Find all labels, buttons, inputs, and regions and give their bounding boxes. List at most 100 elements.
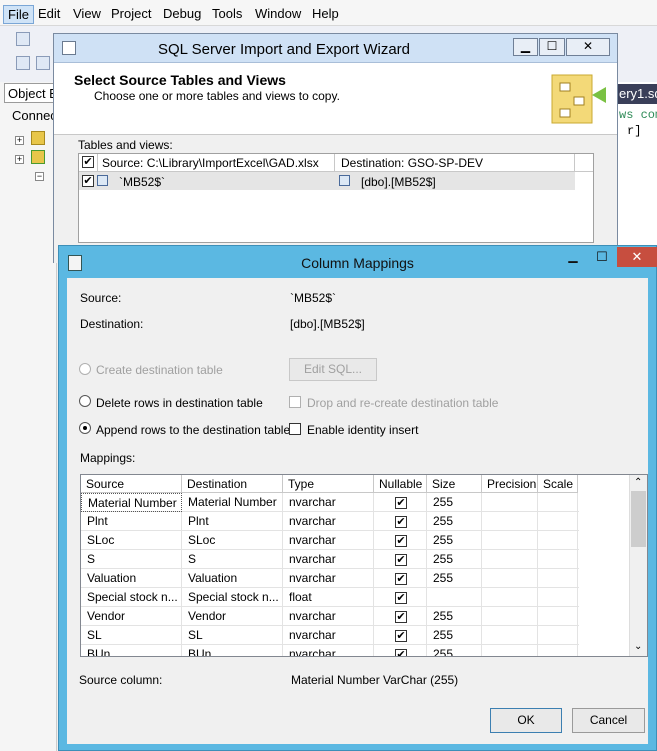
cell-nullable[interactable]: ✔ [374,493,427,512]
delete-rows-radio[interactable] [79,395,91,407]
cell-size[interactable]: 255 [427,512,482,531]
destination-table[interactable]: [dbo].[MB52$] [361,175,436,189]
table-row[interactable]: S Snvarchar ✔ 255 [81,550,579,569]
cell-type[interactable]: nvarchar [283,626,374,645]
nullable-checkbox[interactable]: ✔ [395,535,407,547]
append-rows-radio[interactable] [79,422,91,434]
column-header-destination[interactable]: Destination [182,475,283,493]
column-header-precision[interactable]: Precision [482,475,538,493]
cell-destination[interactable]: BUn [182,645,283,656]
query-tab[interactable]: ery1.sql [617,84,657,104]
table-row[interactable]: ✔ `MB52$` [dbo].[MB52$] [79,172,575,190]
cell-nullable[interactable]: ✔ [374,607,427,626]
nullable-checkbox[interactable]: ✔ [395,516,407,528]
table-row[interactable]: Plnt Plnt nvarchar ✔ 255 [81,512,579,531]
cell-size[interactable]: 255 [427,607,482,626]
minimize-button[interactable]: ▁ [513,38,538,56]
cell-type[interactable]: nvarchar [283,550,374,569]
toolbar-icon[interactable] [36,56,50,70]
cell-destination[interactable]: Material Number [182,493,283,512]
cell-nullable[interactable]: ✔ [374,645,427,656]
select-all-checkbox[interactable]: ✔ [82,156,94,168]
cell-type[interactable]: nvarchar [283,512,374,531]
cell-nullable[interactable]: ✔ [374,569,427,588]
cell-size[interactable]: 255 [427,493,482,512]
nullable-checkbox[interactable]: ✔ [395,497,407,509]
menu-view[interactable]: View [68,4,106,23]
cancel-button[interactable]: Cancel [572,708,645,733]
menu-debug[interactable]: Debug [158,4,206,23]
table-row[interactable]: Valuation Valuation nvarchar ✔ 255 [81,569,579,588]
cell-type[interactable]: float [283,588,374,607]
nullable-checkbox[interactable]: ✔ [395,573,407,585]
table-row[interactable]: Special stock n... Special stock n... floa… [81,588,579,607]
cell-nullable[interactable]: ✔ [374,588,427,607]
cell-destination[interactable]: S [182,550,283,569]
table-row[interactable]: Material Number Material Number nvarchar ✔ 2… [81,493,579,512]
cell-type[interactable]: nvarchar [283,531,374,550]
table-row[interactable]: BUn BUn nvarchar ✔ 255 [81,645,579,656]
identity-insert-checkbox[interactable] [289,423,301,435]
nullable-checkbox[interactable]: ✔ [395,611,407,623]
cell-destination[interactable]: Special stock n... [182,588,283,607]
cell-nullable[interactable]: ✔ [374,531,427,550]
cell-type[interactable]: nvarchar [283,569,374,588]
cell-size[interactable]: 255 [427,550,482,569]
table-row[interactable]: SL SL nvarchar ✔ 255 [81,626,579,645]
table-row[interactable]: SLoc SLoc nvarchar ✔ 255 [81,531,579,550]
row-checkbox[interactable]: ✔ [82,175,94,187]
close-button[interactable]: ✕ [617,247,657,267]
new-project-icon[interactable] [16,32,30,46]
mappings-grid[interactable]: Source Destination Type Nullable Size Precisi… [80,474,648,657]
destination-column-header[interactable]: Destination: GSO-SP-DEV [335,154,575,172]
menu-window[interactable]: Window [250,4,306,23]
column-header-size[interactable]: Size [427,475,482,493]
vertical-scrollbar[interactable]: ⌃ ⌄ [629,475,647,656]
cell-destination[interactable]: Vendor [182,607,283,626]
cell-nullable[interactable]: ✔ [374,626,427,645]
toolbar-icon[interactable] [16,56,30,70]
cell-type[interactable]: nvarchar [283,607,374,626]
minimize-button[interactable]: ▁ [560,249,586,267]
column-header-nullable[interactable]: Nullable [374,475,427,493]
cell-type[interactable]: nvarchar [283,645,374,656]
edit-sql-button[interactable]: Edit SQL... [289,358,377,381]
expand-icon[interactable]: + [15,155,24,164]
cell-destination[interactable]: SLoc [182,531,283,550]
object-explorer-tab[interactable]: Object E [4,83,56,103]
cell-destination[interactable]: Valuation [182,569,283,588]
collapse-icon[interactable]: − [35,172,44,181]
cell-size[interactable] [427,588,482,607]
cell-nullable[interactable]: ✔ [374,550,427,569]
menu-tools[interactable]: Tools [207,4,247,23]
menu-help[interactable]: Help [307,4,344,23]
expand-icon[interactable]: + [15,136,24,145]
connect-button[interactable]: Connec [12,108,56,123]
column-header-type[interactable]: Type [283,475,374,493]
menu-project[interactable]: Project [106,4,156,23]
scroll-up-icon[interactable]: ⌃ [634,477,642,488]
cell-nullable[interactable]: ✔ [374,512,427,531]
menu-edit[interactable]: Edit [33,4,65,23]
close-button[interactable]: ✕ [566,38,610,56]
column-header-source[interactable]: Source [81,475,182,493]
source-column-header[interactable]: Source: C:\Library\ImportExcel\GAD.xlsx [97,154,335,172]
table-row[interactable]: Vendor Vendor nvarchar ✔ 255 [81,607,579,626]
column-header-scale[interactable]: Scale [538,475,578,493]
cell-type[interactable]: nvarchar [283,493,374,512]
drop-recreate-checkbox[interactable] [289,396,301,408]
nullable-checkbox[interactable]: ✔ [395,649,407,656]
ok-button[interactable]: OK [490,708,562,733]
cell-destination[interactable]: Plnt [182,512,283,531]
maximize-button[interactable]: ☐ [589,249,615,267]
nullable-checkbox[interactable]: ✔ [395,592,407,604]
maximize-button[interactable]: ☐ [539,38,565,56]
cell-size[interactable]: 255 [427,569,482,588]
create-table-radio[interactable] [79,363,91,375]
cell-size[interactable]: 255 [427,645,482,656]
menu-file[interactable]: File [3,5,34,24]
cell-size[interactable]: 255 [427,626,482,645]
nullable-checkbox[interactable]: ✔ [395,630,407,642]
scroll-down-icon[interactable]: ⌄ [634,641,642,652]
cell-destination[interactable]: SL [182,626,283,645]
